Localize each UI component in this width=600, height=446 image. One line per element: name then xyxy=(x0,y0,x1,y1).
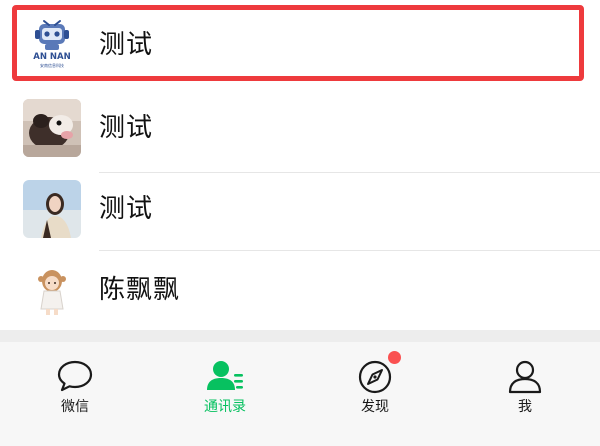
contacts-icon xyxy=(207,361,243,390)
logo-subtext: 安南信息科技 xyxy=(40,62,64,68)
notification-badge xyxy=(386,349,403,366)
contact-item[interactable]: 测试 xyxy=(0,89,600,173)
section-gap xyxy=(0,330,600,342)
contact-name: 陈飘飘 xyxy=(99,275,181,305)
tab-label: 微信 xyxy=(61,399,89,415)
contact-name: 测试 xyxy=(99,194,154,224)
avatar xyxy=(23,180,81,238)
avatar xyxy=(23,261,81,319)
tab-label: 通讯录 xyxy=(204,399,246,415)
contact-item[interactable]: 测试 xyxy=(0,170,600,251)
avatar xyxy=(23,99,81,157)
tab-discover[interactable]: 发现 xyxy=(300,342,450,446)
chat-bubble-icon xyxy=(57,360,93,392)
an-nan-logo: AN NAN 安南信息科技 xyxy=(23,16,81,74)
tab-contacts[interactable]: 通讯录 xyxy=(150,342,300,446)
contact-list: AN NAN 安南信息科技 测试 测试 测试 陈飘飘 xyxy=(0,0,600,330)
tab-bar: 微信 通讯录 发现 我 xyxy=(0,342,600,446)
contacts-screen: AN NAN 安南信息科技 测试 测试 测试 陈飘飘 微信 通讯录 发现 我 xyxy=(0,0,600,446)
dog-photo xyxy=(23,99,81,157)
person-icon xyxy=(508,360,542,394)
cartoon-girl xyxy=(23,261,81,319)
contact-name: 测试 xyxy=(99,30,154,60)
tab-label: 发现 xyxy=(361,399,389,415)
tab-label: 我 xyxy=(518,399,532,415)
tab-me[interactable]: 我 xyxy=(450,342,600,446)
contact-item[interactable]: AN NAN 安南信息科技 测试 xyxy=(0,6,600,86)
tab-chats[interactable]: 微信 xyxy=(0,342,150,446)
logo-text: AN NAN xyxy=(33,52,70,62)
contact-item[interactable]: 陈飘飘 xyxy=(0,251,600,331)
avatar: AN NAN 安南信息科技 xyxy=(23,16,81,74)
woman-photo xyxy=(23,180,81,238)
contact-name: 测试 xyxy=(99,113,154,143)
